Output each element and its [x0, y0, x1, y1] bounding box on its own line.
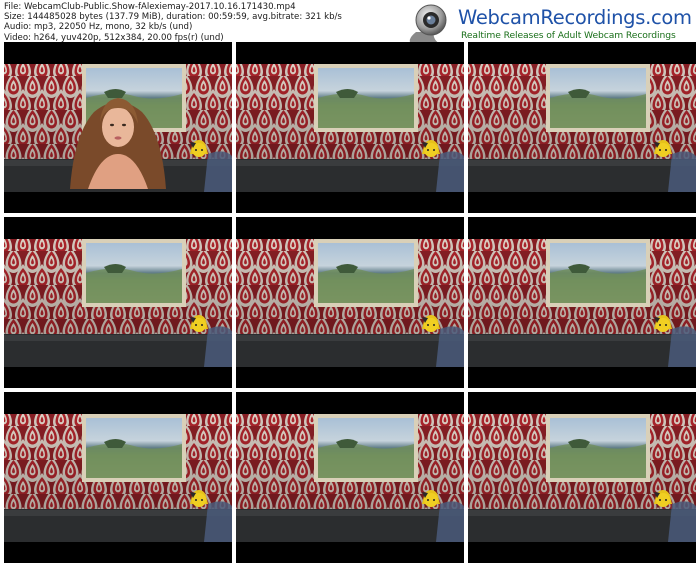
thumbnail-5: [236, 217, 464, 388]
thumbnail-7: [4, 392, 232, 563]
site-logo: WebcamRecordings.com Realtime Releases o…: [398, 2, 698, 45]
thumbnail-8: [236, 392, 464, 563]
webcam-icon: [409, 4, 447, 45]
file-size: Size: 144485028 bytes (137.79 MiB), dura…: [4, 12, 342, 23]
file-info: File: WebcamClub-Public.Show-fAlexiemay-…: [4, 2, 404, 43]
file-name: File: WebcamClub-Public.Show-fAlexiemay-…: [4, 2, 296, 12]
thumbnail-grid: [4, 42, 696, 563]
logo-tagline: Realtime Releases of Adult Webcam Record…: [461, 30, 676, 41]
thumbnail-9: [468, 392, 696, 563]
thumbnail-3: [468, 42, 696, 213]
thumbnail-2: [236, 42, 464, 213]
thumbnail-6: [468, 217, 696, 388]
thumbnail-1: [4, 42, 232, 213]
thumbnail-4: [4, 217, 232, 388]
audio-info: Audio: mp3, 22050 Hz, mono, 32 kb/s (und…: [4, 22, 193, 33]
logo-title: WebcamRecordings.com: [458, 6, 692, 29]
